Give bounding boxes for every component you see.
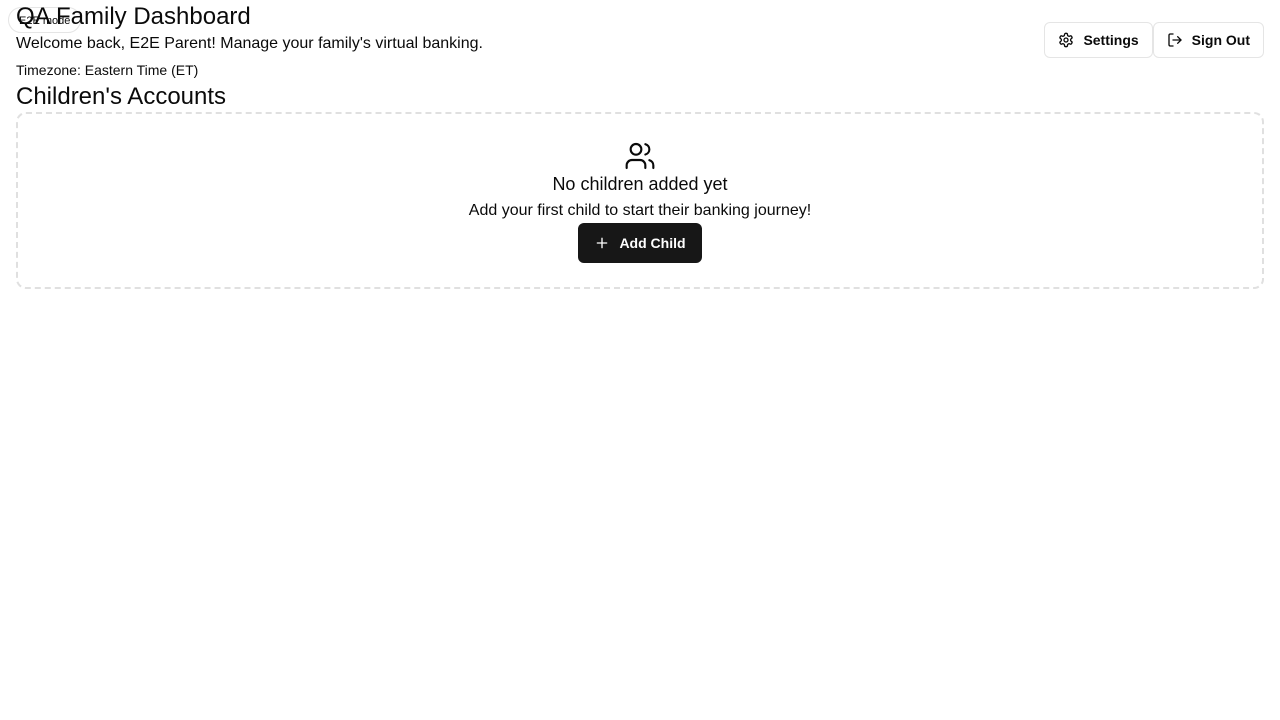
empty-state-subtitle: Add your first child to start their bank… xyxy=(468,202,812,219)
page-header: QA Family Dashboard Welcome back, E2E Pa… xyxy=(16,2,483,80)
header-actions: Settings Sign Out xyxy=(1044,22,1264,58)
empty-state-title: No children added yet xyxy=(552,174,728,194)
add-child-button-label: Add Child xyxy=(619,235,686,251)
users-icon xyxy=(625,142,655,170)
welcome-message: Welcome back, E2E Parent! Manage your fa… xyxy=(16,35,483,52)
page-title: QA Family Dashboard xyxy=(16,3,251,30)
children-section-title: Children's Accounts xyxy=(16,83,227,110)
plus-icon xyxy=(597,237,608,249)
add-child-button[interactable]: Add Child xyxy=(578,223,702,263)
settings-button-label: Settings xyxy=(1083,32,1139,48)
sign-out-button-label: Sign Out xyxy=(1191,32,1250,48)
dashboard-page: E2E mode QA Family Dashboard Welcome bac… xyxy=(0,0,1280,720)
gear-icon xyxy=(1059,32,1074,48)
sign-out-button[interactable]: Sign Out xyxy=(1152,22,1264,58)
timezone-label: Timezone: Eastern Time (ET) xyxy=(16,62,199,78)
log-out-icon xyxy=(1168,33,1182,47)
children-empty-state: No children added yet Add your first chi… xyxy=(16,112,1264,289)
settings-button[interactable]: Settings xyxy=(1044,22,1153,58)
